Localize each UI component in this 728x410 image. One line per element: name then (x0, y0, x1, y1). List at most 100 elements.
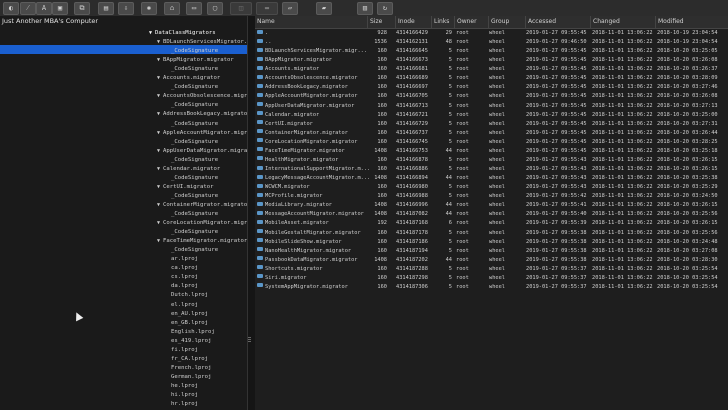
tree-item[interactable]: _CodeSignature (171, 101, 218, 110)
tree-item[interactable]: ▼BDLaunchServicesMigrator.migr... (157, 38, 247, 47)
table-row[interactable]: MobileGestaltMigrator.migrator 160 4314187… (255, 229, 728, 238)
tree-item[interactable]: fr_CA.lproj (171, 355, 208, 364)
tree-item[interactable]: fi.lproj (171, 346, 198, 355)
tree-item[interactable]: Dutch.lproj (171, 291, 208, 300)
copy-icon[interactable]: ⧉ (74, 2, 90, 15)
tree-item[interactable]: ▼ DataClassMigrators (149, 29, 216, 38)
table-row[interactable]: MediaLibrary.migrator 1408 4314166996 44 roo… (255, 201, 728, 210)
download-icon[interactable]: ⇩ (118, 2, 134, 15)
table-row[interactable]: NanoHealthMigrator.migrator 160 4314187194… (255, 247, 728, 256)
table-row[interactable]: WCWCM.migrator 160 4314166980 5 root wheel 201… (255, 183, 728, 192)
tree-item[interactable]: _CodeSignature (171, 228, 218, 237)
tree-item[interactable]: ▼ FaceTimeMigrator.migrator (157, 237, 247, 246)
tree-item[interactable]: ▼ CertUI.migrator (157, 183, 214, 192)
tree-item[interactable]: English.lproj (171, 328, 215, 337)
tree-item[interactable]: _CodeSignature (171, 47, 218, 56)
folder-out-icon[interactable]: ▱ (282, 2, 298, 15)
tree-item[interactable]: ▼ BAppMigrator.migrator (157, 56, 234, 65)
tree-item[interactable]: en_GB.lproj (171, 319, 208, 328)
window-icon[interactable]: ▢ (207, 2, 223, 15)
column-header-size[interactable]: Size (367, 16, 395, 28)
column-header-accessed[interactable]: Accessed (525, 16, 590, 28)
tree-item[interactable]: _CodeSignature (171, 120, 218, 129)
column-header-inode[interactable]: Inode (395, 16, 431, 28)
column-header-name[interactable]: Name (255, 16, 367, 28)
tree-item[interactable]: en_AU.lproj (171, 310, 208, 319)
table-row[interactable]: HealthMigrator.migrator 160 4314166878 5 roo… (255, 156, 728, 165)
table-row[interactable]: PassbookDataMigrator.migrator 1408 4314187… (255, 256, 728, 265)
home-icon[interactable]: ⌂ (164, 2, 180, 15)
tree-item[interactable]: _CodeSignature (171, 246, 218, 255)
tree-item[interactable]: cs.lproj (171, 273, 198, 282)
tree-item[interactable]: he.lproj (171, 382, 198, 391)
table-row[interactable]: SystemAppMigrator.migrator 160 4314187306 5… (255, 283, 728, 292)
table-row[interactable]: . 928 4314166429 29 root wheel 2019-01-27 09:5… (255, 29, 728, 38)
table-row[interactable]: .. 1536 4314162131 48 root wheel 2019-01-27 09… (255, 38, 728, 47)
table-row[interactable]: CertUI.migrator 160 4314166729 5 root wheel 20… (255, 120, 728, 129)
tree-item[interactable]: _CodeSignature (171, 156, 218, 165)
table-row[interactable]: Shortcuts.migrator 160 4314187288 5 root whee… (255, 265, 728, 274)
column-header-modified[interactable]: Modified (655, 16, 728, 28)
table-row[interactable]: Accounts.migrator 160 4314166681 5 root wheel… (255, 65, 728, 74)
tree-item[interactable]: _CodeSignature (171, 83, 218, 92)
table-row[interactable]: MobileSlideShow.migrator 160 4314187186 5 ro… (255, 238, 728, 247)
column-header-owner[interactable]: Owner (454, 16, 488, 28)
tree-item[interactable]: da.lproj (171, 282, 198, 291)
folder-in-icon[interactable]: ▰ (316, 2, 332, 15)
table-row[interactable]: InternationalSupportMigrator.m... 160 4314… (255, 165, 728, 174)
tree-item[interactable]: ▼ Accounts.migrator (157, 74, 220, 83)
table-row[interactable]: BDLaunchServicesMigrator.migr... 160 43141… (255, 47, 728, 56)
table-row[interactable]: FaceTimeMigrator.migrator 1408 4314166753 4… (255, 147, 728, 156)
tree-item[interactable]: _CodeSignature (171, 192, 218, 201)
tree-item[interactable]: ▼AccountsObsolescence.migra... (157, 92, 247, 101)
cell-group: wheel (489, 129, 505, 136)
tree-item[interactable]: hr.lproj (171, 400, 198, 409)
table-row[interactable]: LegacyMessageAccountMigrator.m... 1408 431… (255, 174, 728, 183)
table-row[interactable]: BAppMigrator.migrator 160 4314166673 5 root w… (255, 56, 728, 65)
tree-item[interactable]: ▼ ContainerMigrator.migrator (157, 201, 247, 210)
back-icon[interactable]: ◐ (3, 2, 19, 15)
tree-item[interactable]: _CodeSignature (171, 138, 218, 147)
settings-icon[interactable]: ✺ (141, 2, 157, 15)
app-icon[interactable]: A (36, 2, 52, 15)
tree-item[interactable]: German.lproj (171, 373, 211, 382)
splitter-grip-icon[interactable] (247, 336, 252, 345)
tree-item[interactable]: French.lproj (171, 364, 211, 373)
table-row[interactable]: MCProfile.migrator 160 4314166988 5 root whee… (255, 192, 728, 201)
tree-item[interactable]: es_419.lproj (171, 337, 211, 346)
tree-item[interactable]: ▼CoreLocationMigrator.migra... (157, 219, 247, 228)
tree-item[interactable]: ▼ AddressBookLegacy.migrator (157, 110, 247, 119)
column-header-group[interactable]: Group (488, 16, 525, 28)
table-row[interactable]: MessageAccountMigrator.migrator 1408 43141… (255, 210, 728, 219)
refresh-icon[interactable]: ↻ (377, 2, 393, 15)
tree-item[interactable]: el.lproj (171, 301, 198, 310)
drive-icon[interactable]: ▬ (256, 2, 278, 15)
tree-item[interactable]: _CodeSignature (171, 210, 218, 219)
pencil-icon[interactable]: ⁄ (20, 2, 36, 15)
cell-size: 160 (377, 75, 387, 82)
table-row[interactable]: MobileAsset.migrator 192 4314187168 6 root wh… (255, 219, 728, 228)
tag-icon[interactable]: ◫ (230, 2, 252, 15)
tree-item[interactable]: ar.lproj (171, 255, 198, 264)
document-icon[interactable]: ▤ (98, 2, 114, 15)
table-row[interactable]: ContainerMigrator.migrator 160 4314166737 5… (255, 129, 728, 138)
tree-item[interactable]: hi.lproj (171, 391, 198, 400)
table-row[interactable]: CoreLocationMigrator.migrator 160 43141667… (255, 138, 728, 147)
tree-item[interactable]: ▼AppleAccountMigrator.migra... (157, 129, 247, 138)
tree-item[interactable]: ca.lproj (171, 264, 198, 273)
table-row[interactable]: AccountsObsolescence.migrator 160 43141666… (255, 74, 728, 83)
trash-icon[interactable]: ▥ (357, 2, 373, 15)
tree-item[interactable]: ▼AppUserDataMigrator.migrat... (157, 147, 247, 156)
column-header-links[interactable]: Links (431, 16, 454, 28)
terminal-icon[interactable]: ▭ (186, 2, 202, 15)
table-row[interactable]: AppUserDataMigrator.migrator 160 431416671… (255, 102, 728, 111)
tree-item[interactable]: ▼ Calendar.migrator (157, 165, 220, 174)
table-row[interactable]: AddressBookLegacy.migrator 160 4314166697 5… (255, 83, 728, 92)
tree-item[interactable]: _CodeSignature (171, 174, 218, 183)
table-row[interactable]: AppleAccountMigrator.migrator 160 43141667… (255, 92, 728, 101)
table-row[interactable]: Siri.migrator 160 4314187298 5 root wheel 2019… (255, 274, 728, 283)
column-header-changed[interactable]: Changed (590, 16, 655, 28)
tree-item[interactable]: _CodeSignature (171, 65, 218, 74)
table-row[interactable]: Calendar.migrator 160 4314166721 5 root wheel… (255, 111, 728, 120)
new-folder-icon[interactable]: ▣ (52, 2, 68, 15)
